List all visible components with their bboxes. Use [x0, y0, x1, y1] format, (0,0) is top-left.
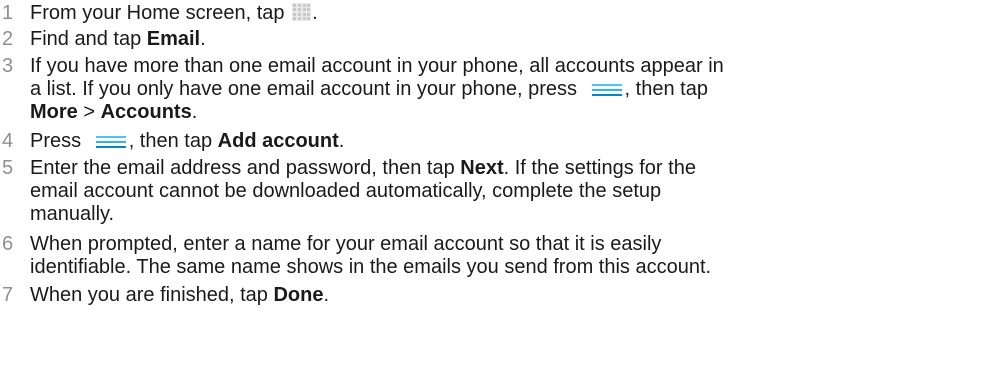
text-run: manually.	[30, 203, 115, 225]
text-run: .	[338, 130, 345, 152]
step-text: When prompted, enter a name for your ema…	[30, 233, 980, 279]
step-line: From your Home screen, tap .	[30, 2, 980, 25]
step-number: 2	[2, 28, 14, 50]
text-run: .	[312, 2, 318, 24]
text-run: .	[200, 28, 206, 50]
text-run: identifiable. The same name shows in the…	[30, 256, 712, 278]
text-run: , then tap	[624, 78, 708, 100]
text-run: .	[323, 284, 330, 306]
step-text: From your Home screen, tap .	[30, 2, 980, 25]
text-run: >	[77, 101, 101, 123]
step-line: Enter the email address and password, th…	[30, 157, 980, 180]
step-text: When you are finished, tap Done.	[30, 284, 980, 307]
text-run: .	[191, 101, 198, 123]
text-run: From your Home screen, tap	[30, 2, 291, 24]
text-run: a list. If you only have one email accou…	[30, 78, 583, 100]
text-run: When prompted, enter a name for your ema…	[30, 233, 662, 255]
text-run: Press	[30, 130, 87, 152]
menu-icon	[92, 133, 129, 151]
text-run: If you have more than one email account …	[30, 55, 724, 77]
step-line: identifiable. The same name shows in the…	[30, 256, 980, 279]
ui-term-done: Done	[273, 284, 324, 306]
step-line: If you have more than one email account …	[30, 55, 980, 78]
step-line: a list. If you only have one email accou…	[30, 78, 980, 101]
step-line: Find and tap Email.	[30, 28, 980, 51]
step-text: Enter the email address and password, th…	[30, 157, 980, 226]
step-line: When you are finished, tap Done.	[30, 284, 980, 307]
ui-term-add-account: Add account	[217, 130, 339, 152]
ui-term-more: More	[30, 101, 78, 123]
ui-term-accounts: Accounts	[100, 101, 192, 123]
step-line: When prompted, enter a name for your ema…	[30, 233, 980, 256]
apps-grid-icon	[292, 3, 312, 21]
step-text: Press , then tap Add account.	[30, 130, 980, 153]
step-line: More > Accounts.	[30, 101, 980, 124]
text-run: Enter the email address and password, th…	[30, 157, 461, 179]
text-run: , then tap	[128, 130, 218, 152]
text-run: email account cannot be downloaded autom…	[30, 180, 662, 202]
ui-term-email: Email	[146, 28, 201, 50]
text-run: When you are finished, tap	[30, 284, 274, 306]
text-run: . If the settings for the	[503, 157, 696, 179]
step-number: 6	[2, 233, 14, 255]
step-number: 1	[2, 2, 14, 24]
step-number: 4	[2, 130, 14, 152]
step-text: If you have more than one email account …	[30, 55, 980, 124]
step-line: email account cannot be downloaded autom…	[30, 180, 980, 203]
step-number: 3	[2, 55, 14, 77]
step-number: 5	[2, 157, 14, 179]
step-line: Press , then tap Add account.	[30, 130, 980, 153]
menu-icon	[588, 81, 625, 99]
step-line: manually.	[30, 203, 980, 226]
ui-term-next: Next	[460, 157, 504, 179]
text-run: Find and tap	[30, 28, 147, 50]
step-number: 7	[2, 284, 14, 306]
step-text: Find and tap Email.	[30, 28, 980, 51]
